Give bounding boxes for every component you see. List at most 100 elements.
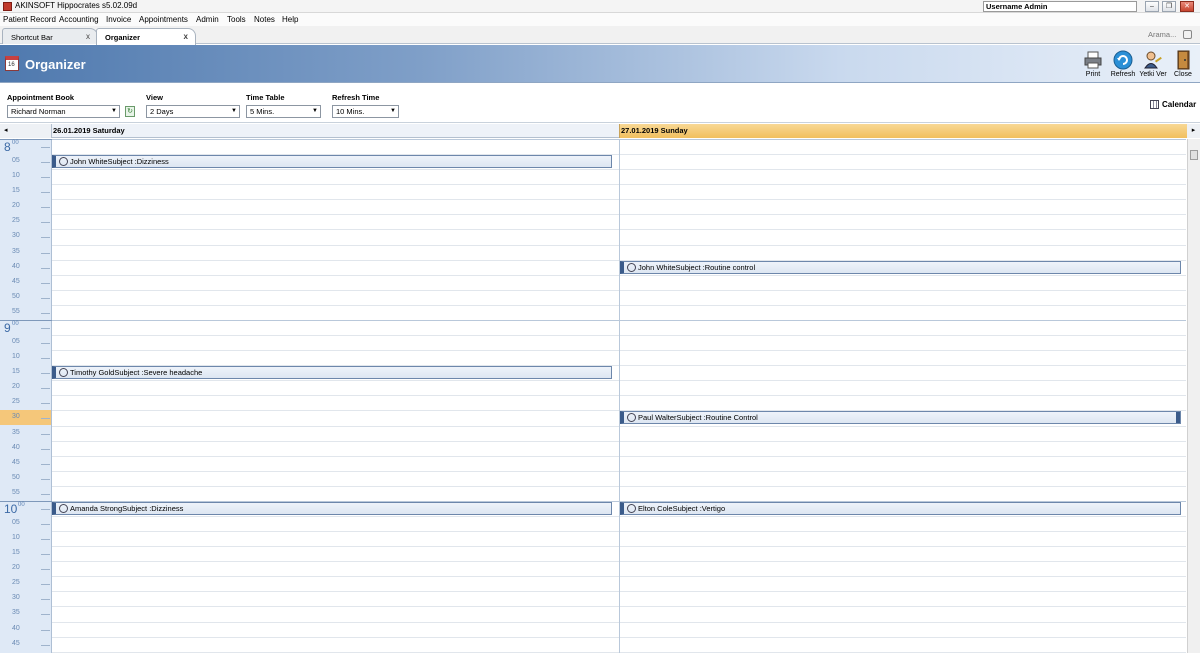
appointment-text: Paul WalterSubject :Routine Control	[638, 413, 758, 422]
slot-line	[620, 606, 1186, 607]
minute-label: 05	[12, 338, 20, 345]
calendar-button[interactable]: Calendar	[1150, 100, 1196, 110]
recurrence-icon	[627, 413, 636, 423]
slot-line	[620, 184, 1186, 185]
slot-line	[620, 591, 1186, 592]
minute-tick	[41, 207, 50, 208]
close-label: Close	[1174, 71, 1192, 78]
scrollbar-thumb[interactable]	[1190, 150, 1198, 160]
close-button[interactable]: Close	[1168, 48, 1198, 81]
tab-close-icon[interactable]: x	[86, 32, 90, 41]
minute-tick	[41, 645, 50, 646]
recurrence-icon	[627, 504, 636, 514]
slot-line	[52, 199, 619, 200]
minute-label: 25	[12, 579, 20, 586]
chevron-down-icon: ▼	[111, 108, 117, 114]
menu-appointments[interactable]: Appointments	[139, 15, 188, 24]
slot-line	[620, 546, 1186, 547]
appointment-block[interactable]: John WhiteSubject :Dizziness	[52, 155, 612, 168]
minute-label: 45	[12, 640, 20, 647]
tab-shortcut-bar[interactable]: Shortcut Bar x	[2, 28, 98, 44]
time-table-select[interactable]: 5 Mins. ▼	[246, 105, 321, 118]
slot-line	[620, 486, 1186, 487]
minute-tick	[41, 584, 50, 585]
menu-admin[interactable]: Admin	[196, 15, 219, 24]
minute-label: 35	[12, 609, 20, 616]
day-column-sunday[interactable]: John WhiteSubject :Routine control Paul W…	[619, 139, 1186, 653]
slot-line	[620, 154, 1186, 155]
tab-organizer[interactable]: Organizer x	[96, 28, 196, 45]
slot-line	[52, 214, 619, 215]
minute-tick	[41, 434, 50, 435]
minute-tick	[41, 569, 50, 570]
slot-line	[52, 410, 619, 411]
minute-label: 15	[12, 187, 20, 194]
menu-notes[interactable]: Notes	[254, 15, 275, 24]
minute-label: 40	[12, 444, 20, 451]
restore-button[interactable]: ❐	[1162, 1, 1176, 12]
minute-tick	[41, 539, 50, 540]
day-column-saturday[interactable]: John WhiteSubject :Dizziness Timothy Gold…	[52, 139, 619, 653]
minute-label: 40	[12, 625, 20, 632]
slot-line	[620, 214, 1186, 215]
search-icon[interactable]	[1183, 30, 1192, 39]
day-header-saturday[interactable]: 26.01.2019 Saturday	[52, 124, 619, 138]
appointment-text: John WhiteSubject :Dizziness	[70, 157, 169, 166]
tab-close-icon[interactable]: x	[184, 32, 188, 41]
next-day-arrow[interactable]: ▸	[1187, 124, 1200, 138]
prev-day-arrow[interactable]: ◂	[0, 124, 52, 138]
slot-line	[52, 546, 619, 547]
appointment-block[interactable]: Timothy GoldSubject :Severe headache	[52, 366, 612, 379]
minute-label: 55	[12, 308, 20, 315]
time-table-value: 5 Mins.	[250, 107, 275, 116]
appointment-block[interactable]: Paul WalterSubject :Routine Control	[620, 411, 1181, 424]
menu-accounting[interactable]: Accounting	[59, 15, 99, 24]
hour-minute-label: 00	[18, 502, 25, 508]
refresh-button[interactable]: Refresh	[1108, 48, 1138, 81]
minute-label: 25	[12, 217, 20, 224]
minute-label: 10	[12, 534, 20, 541]
minute-tick	[41, 599, 50, 600]
view-select[interactable]: 2 Days ▼	[146, 105, 240, 118]
appointment-block[interactable]: Amanda StrongSubject :Dizziness	[52, 502, 612, 515]
slot-line	[52, 350, 619, 351]
minute-label: 15	[12, 368, 20, 375]
appointment-block[interactable]: Elton ColeSubject :Vertigo	[620, 502, 1181, 515]
minute-label: 30	[12, 232, 20, 239]
menu-help[interactable]: Help	[282, 15, 298, 24]
minimize-button[interactable]: –	[1145, 1, 1159, 12]
menu-bar: Patient Record Accounting Invoice Appoin…	[0, 13, 1200, 26]
view-label: View	[146, 93, 163, 102]
vertical-scrollbar[interactable]	[1187, 139, 1200, 653]
refresh-icon	[1113, 50, 1133, 70]
page-title: Organizer	[25, 57, 86, 72]
appointment-selection-marker	[1176, 412, 1180, 423]
refresh-book-icon[interactable]: ↻	[125, 106, 135, 117]
slot-line	[620, 622, 1186, 623]
username-box: Username Admin	[983, 1, 1137, 12]
tab-label: Shortcut Bar	[11, 33, 53, 42]
menu-patient-record[interactable]: Patient Record	[3, 15, 56, 24]
print-button[interactable]: Print	[1078, 48, 1108, 81]
refresh-time-select[interactable]: 10 Mins. ▼	[332, 105, 399, 118]
minute-tick	[41, 343, 50, 344]
authorize-button[interactable]: Yetki Ver	[1138, 48, 1168, 81]
menu-invoice[interactable]: Invoice	[106, 15, 131, 24]
minute-tick	[41, 358, 50, 359]
slot-line	[52, 486, 619, 487]
search-input[interactable]: Arama...	[1148, 30, 1176, 39]
slot-line	[52, 516, 619, 517]
menu-tools[interactable]: Tools	[227, 15, 246, 24]
day-header-sunday[interactable]: 27.01.2019 Sunday	[619, 124, 1187, 138]
appointment-block[interactable]: John WhiteSubject :Routine control	[620, 261, 1181, 274]
minute-label: 50	[12, 293, 20, 300]
slot-line	[620, 305, 1186, 306]
slot-line	[620, 637, 1186, 638]
recurrence-icon	[59, 504, 68, 514]
appointment-book-select[interactable]: Richard Norman ▼	[7, 105, 120, 118]
close-window-button[interactable]: ✕	[1180, 1, 1194, 12]
minute-tick	[41, 464, 50, 465]
minute-tick	[41, 418, 50, 419]
slot-line	[52, 229, 619, 230]
slot-line	[620, 169, 1186, 170]
